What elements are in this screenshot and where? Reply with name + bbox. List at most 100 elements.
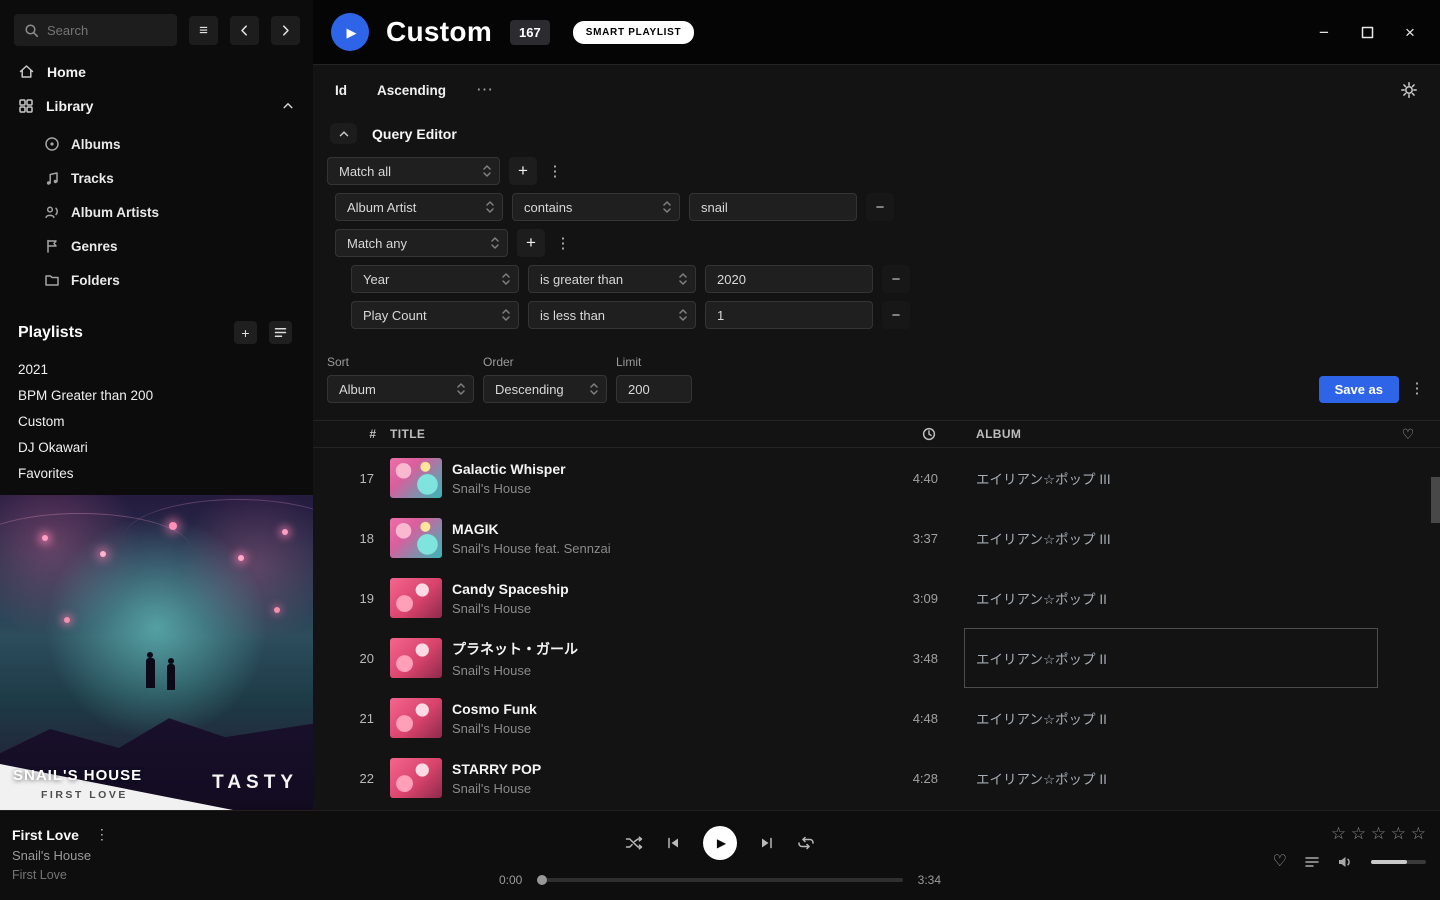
- add-group-rule-button[interactable]: +: [517, 229, 545, 257]
- volume-slider[interactable]: [1371, 860, 1426, 864]
- volume-button[interactable]: [1337, 855, 1354, 869]
- rule-field-select[interactable]: Play Count: [351, 301, 519, 329]
- sort-select[interactable]: Album: [327, 375, 474, 403]
- close-icon: ×: [1405, 24, 1415, 41]
- limit-input[interactable]: [616, 375, 692, 403]
- seek-handle[interactable]: [537, 875, 547, 885]
- column-index[interactable]: #: [313, 427, 390, 441]
- forward-button[interactable]: [271, 16, 300, 45]
- track-row[interactable]: 21 Cosmo Funk Snail's House 4:48 エイリアン☆ポ…: [313, 688, 1440, 748]
- track-row[interactable]: 19 Candy Spaceship Snail's House 3:09 エイ…: [313, 568, 1440, 628]
- track-artist: Snail's House: [452, 601, 860, 616]
- group-match-type-select[interactable]: Match any: [335, 229, 508, 257]
- repeat-button[interactable]: [797, 835, 815, 851]
- match-type-select[interactable]: Match all: [327, 157, 500, 185]
- back-button[interactable]: [230, 16, 259, 45]
- playlist-item[interactable]: 2021: [0, 356, 313, 382]
- remove-rule-button[interactable]: −: [882, 265, 910, 293]
- sort-direction-button[interactable]: Ascending: [377, 83, 446, 98]
- maximize-button[interactable]: [1359, 24, 1375, 40]
- table-header: # TITLE ALBUM ♡: [313, 420, 1440, 448]
- elapsed-time: 0:00: [499, 873, 522, 887]
- rule-value-input[interactable]: [689, 193, 857, 221]
- add-rule-button[interactable]: +: [509, 157, 537, 185]
- sidebar-item-albums[interactable]: Albums: [0, 127, 313, 161]
- sidebar-item-tracks[interactable]: Tracks: [0, 161, 313, 195]
- hamburger-icon: ≡: [199, 23, 208, 38]
- track-album[interactable]: エイリアン☆ポップ II: [976, 708, 1376, 728]
- sidebar-item-album-artists[interactable]: Album Artists: [0, 195, 313, 229]
- track-row[interactable]: 18 MAGIK Snail's House feat. Sennzai 3:3…: [313, 508, 1440, 568]
- rule-value-input[interactable]: [705, 301, 873, 329]
- add-playlist-button[interactable]: +: [234, 321, 257, 344]
- now-playing-options-button[interactable]: ⋮: [95, 826, 109, 843]
- playlist-view-button[interactable]: [269, 321, 292, 344]
- next-track-button[interactable]: [760, 836, 774, 850]
- query-rule-row: Year is greater than −: [351, 265, 1426, 293]
- scrollbar-thumb[interactable]: [1431, 477, 1440, 523]
- minimize-button[interactable]: −: [1316, 24, 1332, 40]
- query-rule-row: Album Artist contains −: [335, 193, 1426, 221]
- sort-field-button[interactable]: Id: [335, 83, 347, 98]
- rule-value-input[interactable]: [705, 265, 873, 293]
- track-album[interactable]: エイリアン☆ポップ II: [976, 648, 1376, 668]
- shuffle-button[interactable]: [625, 835, 643, 851]
- order-select[interactable]: Descending: [483, 375, 607, 403]
- track-title: Candy Spaceship: [452, 581, 860, 597]
- rule-group-options-button[interactable]: ⋮: [546, 162, 564, 180]
- remove-rule-button[interactable]: −: [866, 193, 894, 221]
- select-arrows-icon: [679, 308, 687, 322]
- track-album[interactable]: エイリアン☆ポップ III: [976, 468, 1376, 488]
- play-icon: ▶: [717, 837, 726, 849]
- more-options-button[interactable]: ⋯: [476, 80, 493, 100]
- rating-stars[interactable]: ☆ ☆ ☆ ☆ ☆: [1273, 824, 1426, 844]
- save-options-button[interactable]: ⋮: [1408, 379, 1426, 397]
- track-number: 20: [313, 651, 390, 666]
- play-playlist-button[interactable]: ▶: [331, 13, 369, 51]
- search-box[interactable]: [14, 14, 177, 46]
- play-pause-button[interactable]: ▶: [703, 826, 737, 860]
- playlist-item[interactable]: DJ Okawari: [0, 434, 313, 460]
- save-as-button[interactable]: Save as: [1319, 376, 1399, 403]
- settings-button[interactable]: [1400, 81, 1418, 99]
- rule-field-select[interactable]: Year: [351, 265, 519, 293]
- menu-button[interactable]: ≡: [189, 16, 218, 45]
- sidebar-item-folders[interactable]: Folders: [0, 263, 313, 297]
- skip-next-icon: [760, 836, 774, 850]
- search-input[interactable]: [47, 23, 167, 38]
- column-album[interactable]: ALBUM: [976, 427, 1376, 441]
- column-duration[interactable]: [922, 427, 942, 441]
- track-row[interactable]: 17 Galactic Whisper Snail's House 4:40 エ…: [313, 448, 1440, 508]
- heart-icon: ♡: [1402, 427, 1415, 441]
- track-album[interactable]: エイリアン☆ポップ III: [976, 528, 1376, 548]
- column-title[interactable]: TITLE: [390, 427, 872, 441]
- sidebar-item-library[interactable]: Library: [0, 89, 313, 123]
- column-favorite[interactable]: ♡: [1376, 426, 1440, 442]
- track-row[interactable]: 22 STARRY POP Snail's House 4:28 エイリアン☆ポ…: [313, 748, 1440, 808]
- select-arrows-icon: [457, 382, 465, 396]
- close-button[interactable]: ×: [1402, 24, 1418, 40]
- chevron-right-icon: [278, 23, 293, 38]
- previous-track-button[interactable]: [666, 836, 680, 850]
- sidebar-item-home[interactable]: Home: [0, 54, 313, 89]
- playlist-item[interactable]: Favorites: [0, 460, 313, 486]
- select-arrows-icon: [590, 382, 598, 396]
- seek-bar[interactable]: [537, 878, 902, 882]
- queue-button[interactable]: [1304, 855, 1320, 869]
- collapse-query-editor-button[interactable]: [330, 123, 357, 144]
- group-options-button[interactable]: ⋮: [554, 234, 572, 252]
- rule-operator-select[interactable]: is greater than: [528, 265, 696, 293]
- sidebar-item-genres[interactable]: Genres: [0, 229, 313, 263]
- playlist-item[interactable]: Custom: [0, 408, 313, 434]
- track-album[interactable]: エイリアン☆ポップ II: [976, 588, 1376, 608]
- rule-operator-select[interactable]: is less than: [528, 301, 696, 329]
- remove-rule-button[interactable]: −: [882, 301, 910, 329]
- track-album[interactable]: エイリアン☆ポップ II: [976, 768, 1376, 788]
- track-row[interactable]: 20 プラネット・ガール Snail's House 3:48 エイリアン☆ポッ…: [313, 628, 1440, 688]
- playlist-item[interactable]: BPM Greater than 200: [0, 382, 313, 408]
- rule-field-select[interactable]: Album Artist: [335, 193, 503, 221]
- smart-playlist-badge: SMART PLAYLIST: [573, 21, 695, 44]
- rule-operator-select[interactable]: contains: [512, 193, 680, 221]
- now-playing-cover-art[interactable]: SNAIL'S HOUSE FIRST LOVE TASTY: [0, 495, 313, 810]
- favorite-button[interactable]: ♡: [1273, 854, 1287, 870]
